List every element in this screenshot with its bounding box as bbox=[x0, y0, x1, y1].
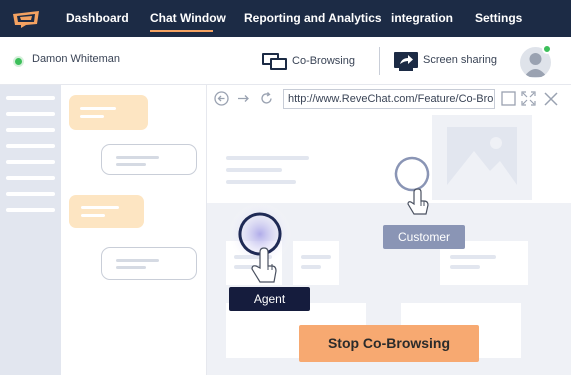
page-hero bbox=[207, 113, 571, 203]
logo-icon bbox=[13, 11, 39, 28]
nav-chat-window[interactable]: Chat Window bbox=[150, 11, 226, 25]
cobrowse-icon bbox=[262, 53, 287, 70]
sidebar-item[interactable] bbox=[6, 96, 55, 100]
sidebar-item[interactable] bbox=[6, 112, 55, 116]
cobrowse-button[interactable]: Co-Browsing bbox=[262, 50, 362, 74]
fullscreen-icon[interactable] bbox=[521, 91, 536, 106]
chat-conversation bbox=[61, 85, 206, 375]
screen-share-button[interactable]: Screen sharing bbox=[394, 50, 504, 74]
agent-message-bubble bbox=[101, 247, 197, 280]
toolbar-divider bbox=[379, 47, 380, 75]
customer-cursor-label: Customer bbox=[383, 225, 465, 249]
agent-message-bubble bbox=[101, 144, 197, 175]
screen-share-icon bbox=[394, 52, 418, 71]
top-navigation: Dashboard Chat Window Reporting and Anal… bbox=[0, 0, 571, 37]
screen-share-label: Screen sharing bbox=[423, 54, 497, 66]
active-tab-indicator bbox=[150, 30, 213, 32]
agent-name: Damon Whiteman bbox=[32, 53, 121, 65]
maximize-icon[interactable] bbox=[501, 91, 516, 106]
nav-integration[interactable]: integration bbox=[391, 11, 453, 25]
sidebar-item[interactable] bbox=[6, 192, 55, 196]
refresh-icon[interactable] bbox=[259, 91, 274, 106]
sidebar-item[interactable] bbox=[6, 176, 55, 180]
nav-settings[interactable]: Settings bbox=[475, 11, 522, 25]
hand-pointer-icon bbox=[407, 188, 429, 215]
avatar-online-icon bbox=[542, 44, 552, 54]
forward-icon[interactable] bbox=[236, 91, 251, 106]
url-input[interactable]: http://www.ReveChat.com/Feature/Co-Bro bbox=[283, 89, 495, 109]
chat-toolbar: Damon Whiteman Co-Browsing Screen sharin… bbox=[0, 37, 571, 85]
agent-cursor-label: Agent bbox=[229, 287, 310, 311]
visitor-message-bubble bbox=[69, 95, 148, 130]
nav-reporting-analytics[interactable]: Reporting and Analytics bbox=[244, 11, 382, 25]
visitor-message-bubble bbox=[69, 195, 144, 228]
sidebar-item[interactable] bbox=[6, 128, 55, 132]
cobrowse-label: Co-Browsing bbox=[292, 55, 355, 67]
sidebar-item[interactable] bbox=[6, 160, 55, 164]
close-icon[interactable] bbox=[543, 91, 559, 107]
sidebar bbox=[0, 85, 61, 375]
customer-cursor bbox=[394, 156, 430, 215]
agent-cursor bbox=[228, 202, 292, 283]
stop-cobrowsing-button[interactable]: Stop Co-Browsing bbox=[299, 325, 479, 362]
image-placeholder-icon bbox=[432, 115, 532, 200]
online-status-icon bbox=[13, 56, 24, 67]
nav-dashboard[interactable]: Dashboard bbox=[66, 11, 129, 25]
back-icon[interactable] bbox=[214, 91, 229, 106]
sidebar-item[interactable] bbox=[6, 144, 55, 148]
sidebar-item[interactable] bbox=[6, 208, 55, 212]
